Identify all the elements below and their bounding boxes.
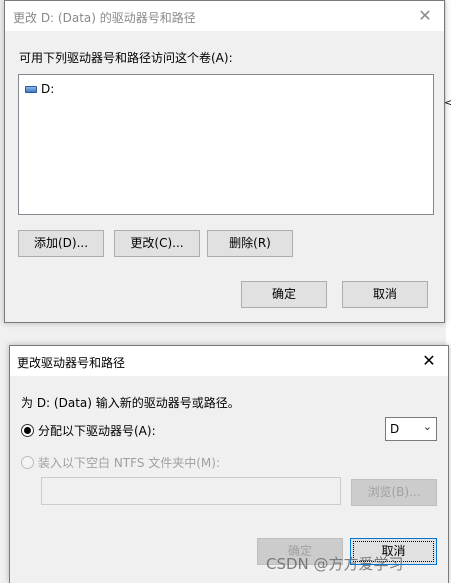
remove-button[interactable]: 删除(R) <box>207 230 293 257</box>
dialog-title: 更改 D: (Data) 的驱动器号和路径 <box>13 11 196 25</box>
assign-letter-radio[interactable] <box>21 424 34 437</box>
change-button[interactable]: 更改(C)... <box>114 230 200 257</box>
close-icon[interactable]: ✕ <box>410 5 440 27</box>
cancel-button[interactable]: 取消 <box>350 538 437 565</box>
change-drive-letter-dialog: 更改 D: (Data) 的驱动器号和路径 ✕ 可用下列驱动器号和路径访问这个卷… <box>4 0 445 323</box>
drive-letter-value: D <box>390 422 400 436</box>
dialog-titlebar[interactable]: 更改 D: (Data) 的驱动器号和路径 ✕ <box>5 1 444 31</box>
dialog-title: 更改驱动器号和路径 <box>17 356 126 370</box>
folder-path-input[interactable] <box>41 477 341 505</box>
chevron-down-icon: ⌄ <box>422 420 432 433</box>
ok-button[interactable]: 确定 <box>241 281 327 308</box>
edit-drive-letter-dialog: 更改驱动器号和路径 ✕ 为 D: (Data) 输入新的驱动器号或路径。 分配以… <box>9 345 449 583</box>
close-icon[interactable]: ✕ <box>414 350 444 372</box>
assign-letter-option[interactable]: 分配以下驱动器号(A): <box>21 422 156 439</box>
list-item-label: D: <box>41 82 55 96</box>
background-glyph: < <box>444 96 451 109</box>
assign-letter-label: 分配以下驱动器号(A): <box>38 424 156 438</box>
list-item[interactable]: D: <box>25 81 54 97</box>
dialog-titlebar[interactable]: 更改驱动器号和路径 ✕ <box>10 346 448 376</box>
focus-rectangle <box>353 541 434 562</box>
add-button[interactable]: 添加(D)... <box>18 230 104 257</box>
mount-folder-radio[interactable] <box>21 456 34 469</box>
access-prompt-label: 可用下列驱动器号和路径访问这个卷(A): <box>19 51 233 65</box>
cancel-button[interactable]: 取消 <box>342 281 428 308</box>
drive-icon <box>25 85 37 93</box>
browse-button[interactable]: 浏览(B)... <box>351 479 437 506</box>
ok-button[interactable]: 确定 <box>257 538 343 565</box>
drive-letter-select[interactable]: D ⌄ <box>385 417 437 441</box>
drive-path-list[interactable]: D: <box>18 74 434 215</box>
mount-folder-option[interactable]: 装入以下空白 NTFS 文件夹中(M): <box>21 454 220 471</box>
mount-folder-label: 装入以下空白 NTFS 文件夹中(M): <box>38 456 221 470</box>
dialog-description: 为 D: (Data) 输入新的驱动器号或路径。 <box>21 396 240 410</box>
